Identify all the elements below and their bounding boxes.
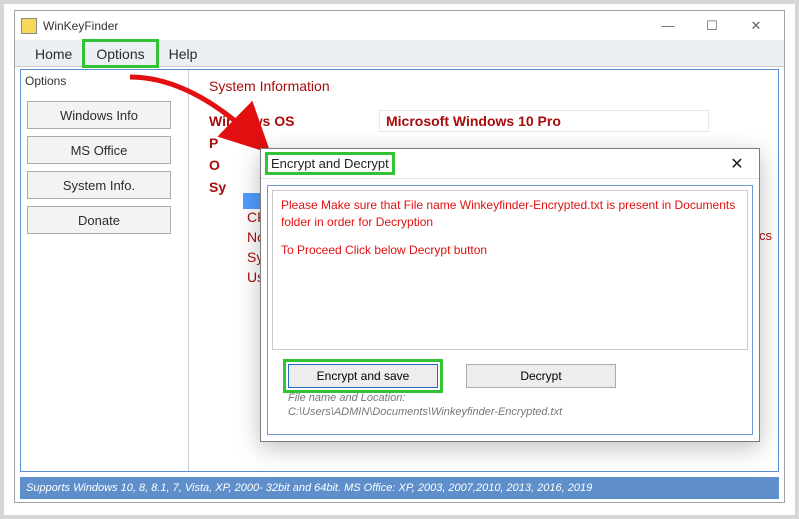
file-path-value: C:\Users\ADMIN\Documents\Winkeyfinder-En… [288,406,748,420]
sidebar-item-ms-office[interactable]: MS Office [27,136,171,164]
titlebar: WinKeyFinder — ☐ ✕ [15,11,784,41]
dialog-close-button[interactable]: ✕ [715,150,759,178]
status-text: Supports Windows 10, 8, 8.1, 7, Vista, X… [26,482,592,494]
section-title: System Information [209,78,768,94]
sidebar-item-system-info[interactable]: System Info. [27,171,171,199]
menu-options[interactable]: Options [84,41,156,66]
sidebar-item-donate[interactable]: Donate [27,206,171,234]
label-windows-os: Windows OS [209,113,379,129]
dialog-message-box: Please Make sure that File name Winkeyfi… [272,190,748,350]
close-button[interactable]: ✕ [734,12,778,40]
value-windows-os: Microsoft Windows 10 Pro [379,110,709,132]
encrypt-decrypt-dialog: Encrypt and Decrypt ✕ Please Make sure t… [260,148,760,442]
minimize-button[interactable]: — [646,12,690,40]
dialog-titlebar: Encrypt and Decrypt ✕ [261,149,759,179]
menu-home[interactable]: Home [23,41,84,66]
decrypt-button[interactable]: Decrypt [466,364,616,388]
status-bar: Supports Windows 10, 8, 8.1, 7, Vista, X… [20,477,779,499]
dialog-msg-1: Please Make sure that File name Winkeyfi… [281,197,739,232]
file-path-info: File name and Location: C:\Users\ADMIN\D… [288,392,748,420]
dialog-msg-2: To Proceed Click below Decrypt button [281,242,739,259]
maximize-button[interactable]: ☐ [690,12,734,40]
window-title: WinKeyFinder [43,19,118,33]
encrypt-and-save-button[interactable]: Encrypt and save [288,364,438,388]
dialog-title: Encrypt and Decrypt [269,156,391,171]
app-icon [21,18,37,34]
row-windows-os: Windows OS Microsoft Windows 10 Pro [209,110,768,132]
sidebar-label: Options [23,72,184,94]
sidebar: Options Windows Info MS Office System In… [21,70,189,471]
menu-help[interactable]: Help [157,41,210,66]
dialog-body: Please Make sure that File name Winkeyfi… [267,185,753,435]
dialog-button-row: Encrypt and save Decrypt [288,364,748,388]
sidebar-item-windows-info[interactable]: Windows Info [27,101,171,129]
file-path-label: File name and Location: [288,392,748,406]
menubar: Home Options Help [15,41,784,67]
